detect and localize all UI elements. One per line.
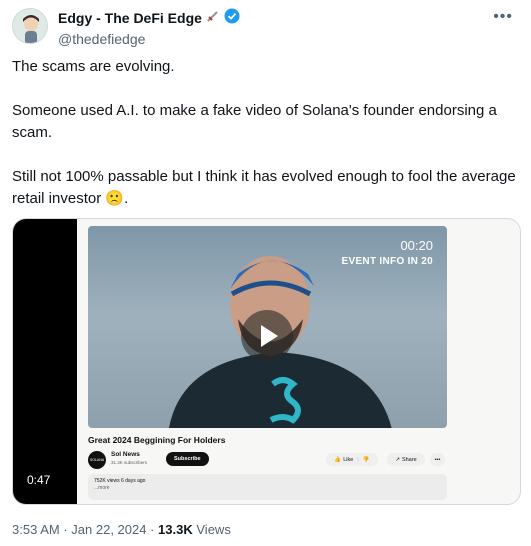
channel-row: SOLANA Sol News 31.3K subscribers Subscr… [88,449,448,469]
author-display-name[interactable]: Edgy - The DeFi Edge [58,8,240,28]
share-button: ↗ Share [387,453,425,466]
more-options-icon[interactable]: ••• [493,8,513,26]
tweet-header: Edgy - The DeFi Edge @thedefiedge ••• [12,8,519,48]
tweet-paragraph-text: Still not 100% passable but I think it h… [12,168,516,207]
channel-name: Sol News [111,451,140,458]
tweet-meta: 3:53 AM · Jan 22, 2024 · 13.3K Views [12,522,231,537]
tweet-paragraph: Someone used A.I. to make a fake video o… [12,102,497,141]
tweet-paragraph: Still not 100% passable but I think it h… [12,166,522,210]
author-avatar[interactable] [12,8,48,44]
tweet-punct: . [124,190,129,207]
channel-avatar: SOLANA [88,451,106,469]
author-handle[interactable]: @thedefiedge [58,30,240,48]
share-arrow-icon: ↗ [395,456,400,463]
author-name-text[interactable]: Edgy - The DeFi Edge [58,9,202,27]
like-dislike-button: 👍 Like | 👎 [326,453,378,466]
views-count: 13.3K [158,522,193,537]
views-label: Views [196,522,231,537]
tweet-time[interactable]: 3:53 AM [12,522,60,537]
video-duration: 0:47 [21,470,57,490]
like-divider: | [357,456,359,463]
play-button[interactable] [241,310,293,362]
like-label: Like [343,456,354,463]
tweet-text: The scams are evolving. Someone used A.I… [12,56,522,210]
verified-badge-icon [224,8,240,28]
event-info-text: EVENT INFO IN 20 [341,256,433,267]
dagger-icon [206,9,220,27]
video-description: 752K views 6 days ago ...more [88,474,447,500]
channel-subscribers: 31.3K subscribers [111,460,148,465]
tweet-paragraph: The scams are evolving. [12,58,175,75]
frowning-face-emoji: 🙁 [105,190,125,207]
video-frame: 00:20 EVENT INFO IN 20 Great 2024 Beggin… [77,219,520,504]
countdown-text: 00:20 [400,238,433,253]
tweet-date[interactable]: Jan 22, 2024 [71,522,146,537]
video-more-link: ...more [94,485,110,491]
share-label: Share [401,456,417,463]
thumbs-up-icon: 👍 [334,456,342,463]
embedded-video[interactable]: 00:20 EVENT INFO IN 20 [88,226,447,428]
subscribe-button: Subscribe [166,452,209,466]
video-title: Great 2024 Beggining For Holders [88,435,226,445]
video-black-bar: 0:47 [13,219,77,504]
thumbs-down-icon: 👎 [362,456,370,463]
meta-separator: · [150,522,159,537]
video-media[interactable]: 0:47 00:20 EVENT INFO IN 20 Great 2024 B… [12,218,521,505]
video-stats: 752K views 6 days ago [94,478,146,484]
author-names: Edgy - The DeFi Edge @thedefiedge [58,8,240,48]
video-overlay-timer: 00:20 EVENT INFO IN 20 [342,238,433,270]
video-more-icon: ••• [430,453,445,466]
